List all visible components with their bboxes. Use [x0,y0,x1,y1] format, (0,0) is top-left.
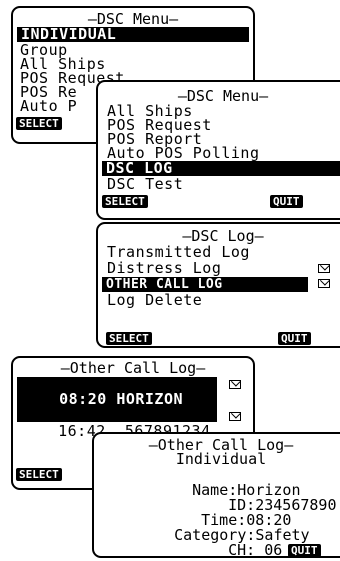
dsc-log-screen: –DSC Log– Transmitted Log Distress Log O… [96,222,340,348]
menu-item-auto-pos[interactable]: Auto P [20,99,77,114]
select-softkey[interactable]: SELECT [102,195,148,208]
envelope-icon [229,380,241,389]
menu-item-distress-log[interactable]: Distress Log [107,261,221,276]
envelope-icon [318,264,330,273]
select-softkey[interactable]: SELECT [16,117,62,130]
envelope-icon [318,279,330,288]
screen-title: –DSC Log– [182,227,264,245]
menu-item-log-delete[interactable]: Log Delete [107,293,202,308]
dsc-menu-screen-2: –DSC Menu– All Ships POS Request POS Rep… [96,80,340,220]
softkey-bar: SELECT QUIT [102,195,340,208]
field-label: CH: [228,541,256,558]
select-softkey[interactable]: SELECT [106,332,152,345]
screen-title: –Other Call Log– [60,359,206,377]
menu-item-individual[interactable]: INDIVIDUAL [17,27,249,42]
select-softkey[interactable]: SELECT [16,468,62,481]
menu-item-dsc-test[interactable]: DSC Test [107,177,183,192]
quit-softkey[interactable]: QUIT [270,195,303,208]
other-call-log-detail-screen: –Other Call Log– Individual Name:Horizon… [92,432,340,558]
menu-item-other-call-log[interactable]: OTHER CALL LOG [102,277,308,292]
quit-softkey[interactable]: QUIT [278,332,311,345]
field-value: 06 [255,541,283,558]
quit-softkey[interactable]: QUIT [288,544,321,556]
call-type: Individual [175,450,267,468]
menu-item-transmitted-log[interactable]: Transmitted Log [107,245,250,260]
envelope-icon [229,412,241,421]
detail-channel-row: CH: 06 [192,528,283,558]
menu-item-dsc-log[interactable]: DSC LOG [102,161,340,176]
